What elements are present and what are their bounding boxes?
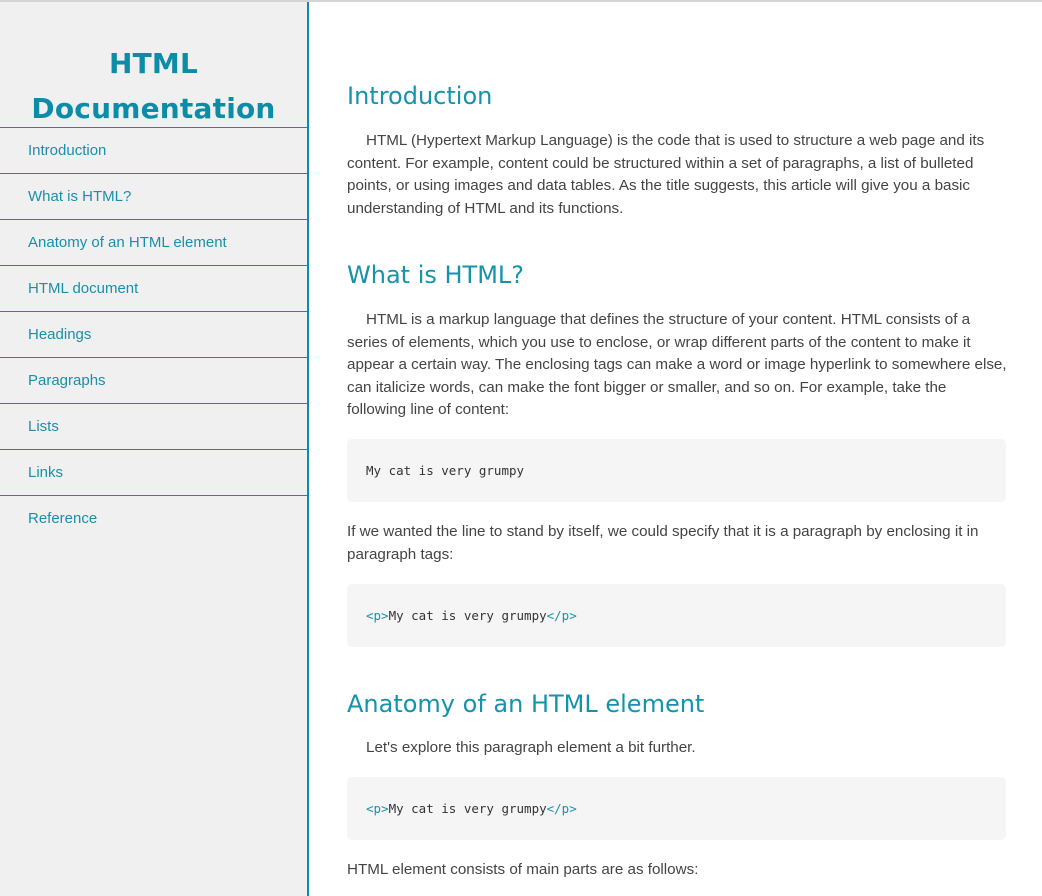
code-text: My cat is very grumpy [388, 801, 547, 816]
section-paragraph: Let's explore this paragraph element a b… [366, 739, 696, 756]
code-text: My cat is very grumpy [366, 463, 525, 478]
sidebar-title-line1: HTML [108, 47, 199, 80]
section-heading: Anatomy of an HTML element [347, 690, 705, 718]
nav-link-reference[interactable]: Reference [0, 496, 307, 542]
sidebar-title-line2: Documentation [31, 92, 276, 125]
section-heading: What is HTML? [347, 261, 525, 289]
code-block: <p>My cat is very grumpy</p> [347, 777, 1006, 840]
nav-link-paragraphs[interactable]: Paragraphs [0, 358, 307, 404]
nav-link-links[interactable]: Links [0, 450, 307, 496]
nav-link-lists[interactable]: Lists [0, 404, 307, 450]
code-close-tag: </p> [546, 801, 577, 816]
code-close-tag: </p> [546, 608, 577, 623]
nav-link-anatomy[interactable]: Anatomy of an HTML element [0, 220, 307, 266]
nav-link-headings[interactable]: Headings [0, 312, 307, 358]
section-paragraph: HTML element consists of main parts are … [347, 861, 699, 878]
code-open-tag: <p> [366, 801, 389, 816]
section-heading: Introduction [347, 82, 493, 110]
code-block: <p>My cat is very grumpy</p> [347, 584, 1006, 647]
code-block: My cat is very grumpy [347, 439, 1006, 502]
section-paragraph: If we wanted the line to stand by itself… [347, 523, 979, 563]
sidebar-title: HTML Documentation [0, 2, 307, 128]
main-document: Introduction HTML (Hypertext Markup Lang… [347, 2, 1007, 896]
nav-link-what-is-html[interactable]: What is HTML? [0, 174, 307, 220]
code-open-tag: <p> [366, 608, 389, 623]
nav-link-introduction[interactable]: Introduction [0, 128, 307, 174]
code-text: My cat is very grumpy [388, 608, 547, 623]
sidebar-navbar: HTML Documentation Introduction What is … [0, 2, 309, 896]
section-paragraph: HTML (Hypertext Markup Language) is the … [347, 132, 985, 217]
section-paragraph: HTML is a markup language that defines t… [347, 311, 1007, 418]
sidebar-nav-list: Introduction What is HTML? Anatomy of an… [0, 128, 307, 542]
nav-link-html-document[interactable]: HTML document [0, 266, 307, 312]
